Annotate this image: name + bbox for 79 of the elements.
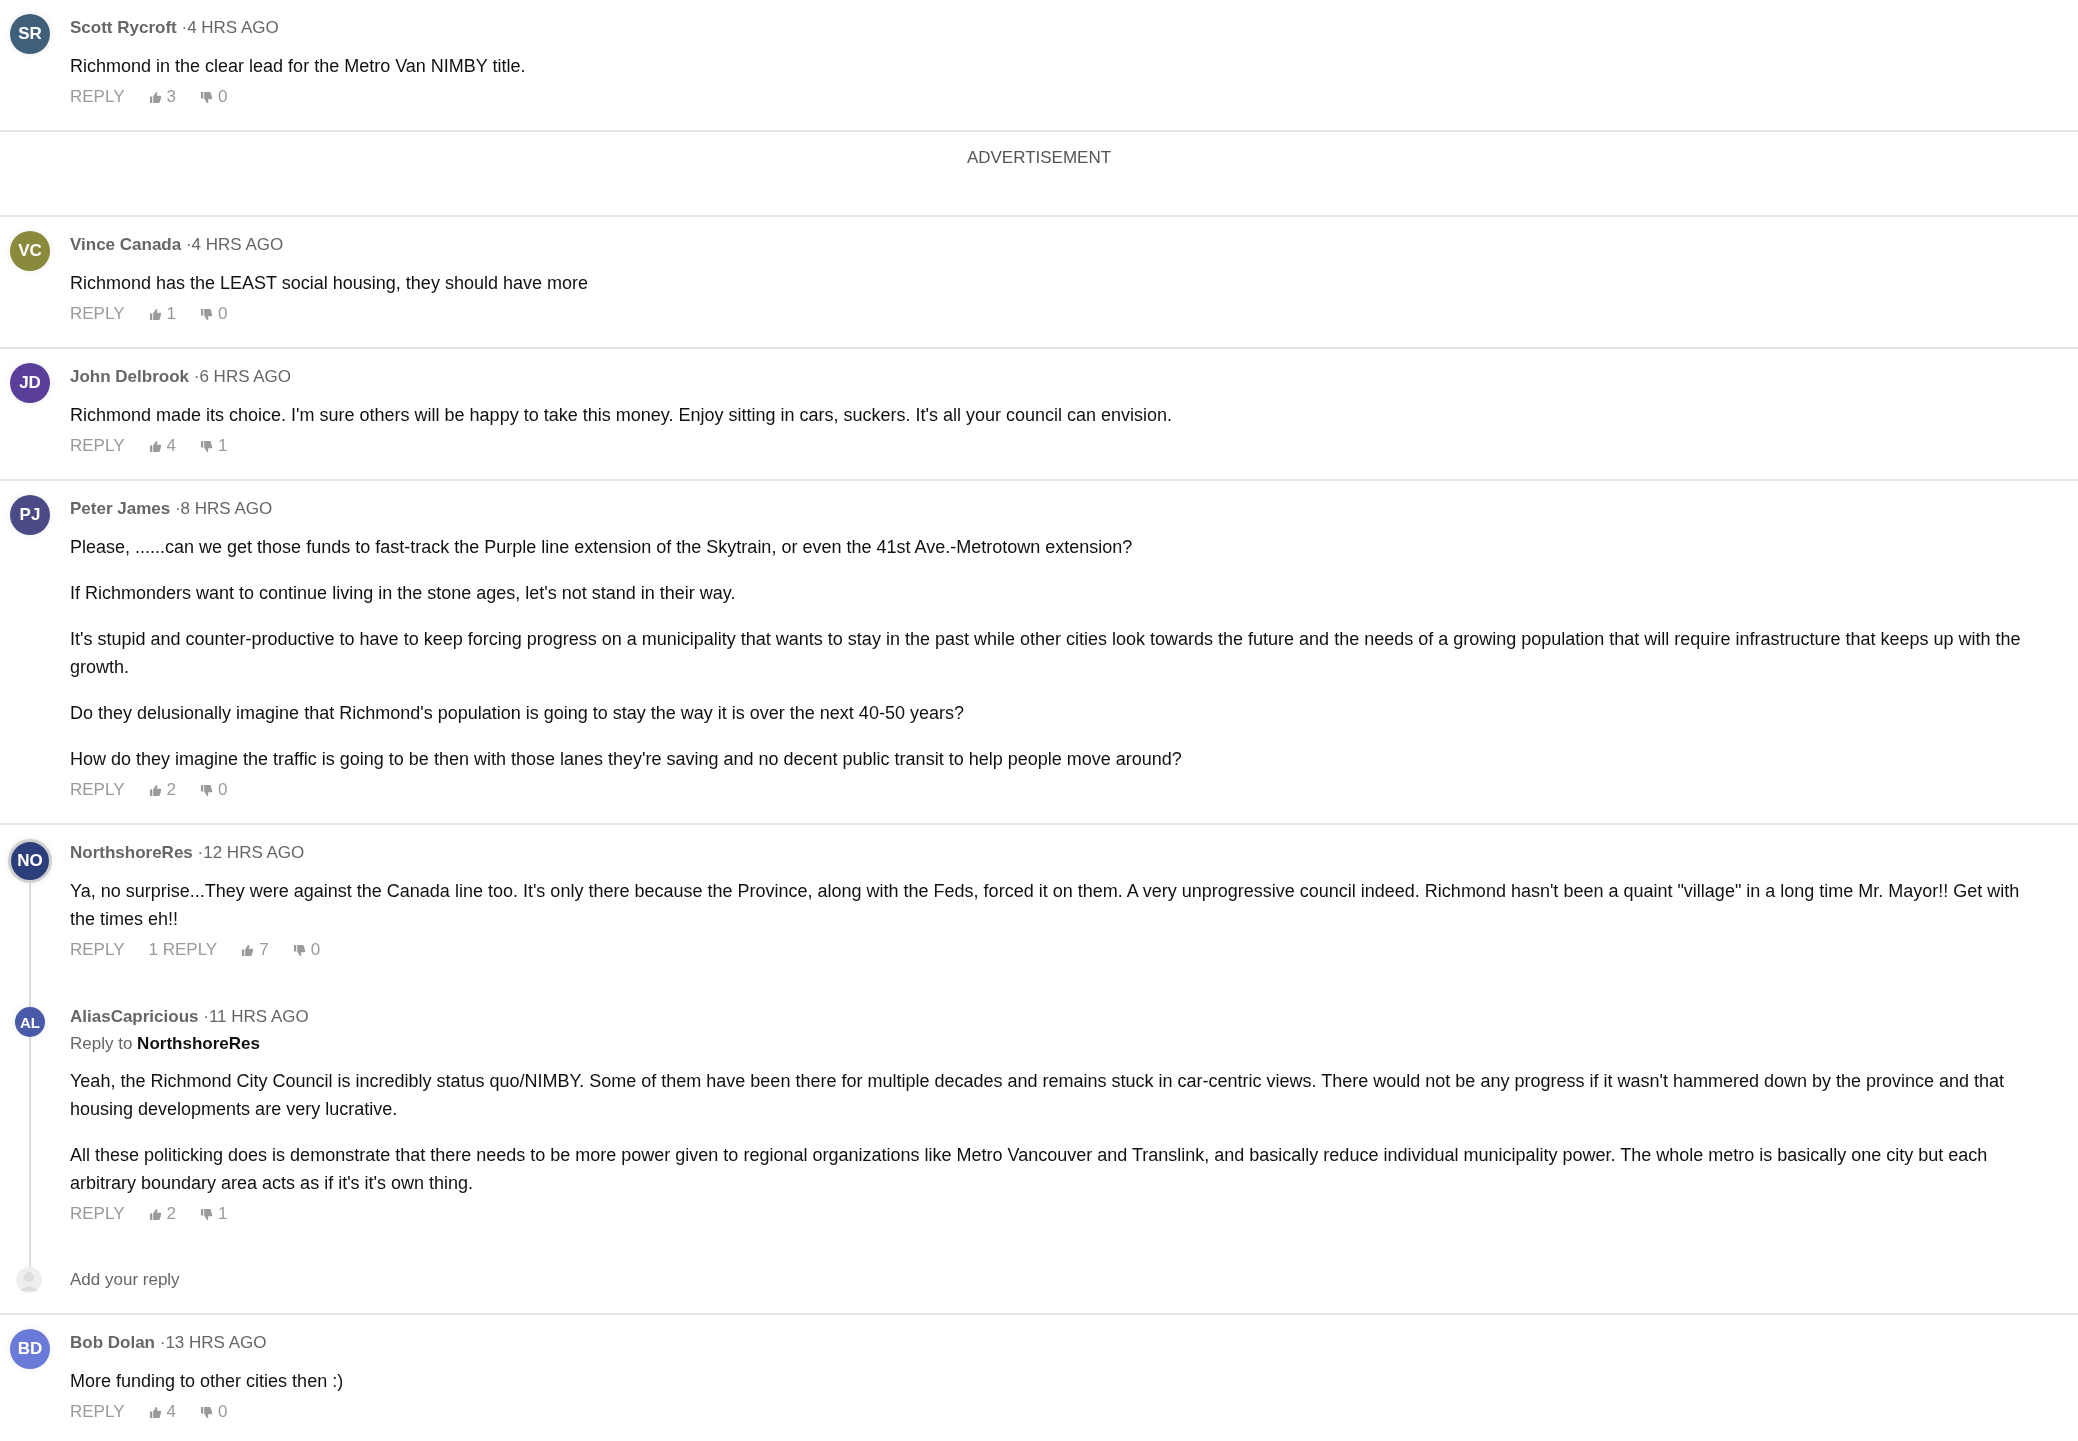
separator-dot: · <box>174 499 181 518</box>
thumbs-down-icon[interactable] <box>292 943 306 957</box>
replies-link[interactable]: 1 REPLY <box>148 937 218 963</box>
separator-dot: · <box>185 235 192 254</box>
thumbs-down-icon[interactable] <box>199 1405 213 1419</box>
reply-link[interactable]: REPLY <box>70 301 125 327</box>
dislike-count: 0 <box>310 939 321 961</box>
comment-text: Richmond in the clear lead for the Metro Van NIMBY title. <box>70 55 527 78</box>
like-count: 1 <box>166 303 176 325</box>
reply-link[interactable]: REPLY <box>70 1201 125 1227</box>
user-avatar: NO <box>8 839 52 883</box>
user-avatar: BD <box>10 1329 50 1369</box>
user-avatar: AL <box>15 1007 45 1037</box>
dislike-count: 0 <box>217 303 228 325</box>
comment-time: 4 HRS AGO <box>187 18 279 37</box>
comment-time: 12 HRS AGO <box>203 843 305 862</box>
dislike-count: 1 <box>217 1203 228 1225</box>
author-name[interactable]: Scott Rycroft <box>70 18 177 37</box>
thumbs-down-icon[interactable] <box>199 307 213 321</box>
comment-text: Richmond has the LEAST social housing, they should have more <box>70 272 589 295</box>
reply-link[interactable]: REPLY <box>70 777 125 803</box>
comment-text: All these politicking does is demonstrate that there needs to be more power given to regional organizations like Metro Vancouver and Translink, and basically reduce individual municipality power. The whole metro is basically one city but each arbitrary boundary area acts as if it's it's own thing. <box>70 1144 1989 1195</box>
comment-time: 13 HRS AGO <box>165 1333 267 1352</box>
author-name[interactable]: John Delbrook <box>70 367 189 386</box>
separator-dot: · <box>181 18 188 37</box>
author-name[interactable]: Peter James <box>70 499 171 518</box>
advertisement-label: ADVERTISEMENT <box>966 148 1112 169</box>
thumbs-up-icon[interactable] <box>148 90 162 104</box>
like-count: 2 <box>166 779 176 801</box>
user-avatar: SR <box>10 14 50 54</box>
author-name[interactable]: AliasCapricious <box>70 1007 199 1026</box>
comment-time: 8 HRS AGO <box>180 499 273 518</box>
user-avatar: PJ <box>10 495 50 535</box>
user-avatar: VC <box>10 231 50 271</box>
thumbs-down-icon[interactable] <box>199 1207 213 1221</box>
thumbs-down-icon[interactable] <box>199 783 213 797</box>
separator-dot: · <box>197 843 204 862</box>
comment-text: Do they delusionally imagine that Richmond's population is going to stay the way it is over the next 40-50 years? <box>70 702 965 725</box>
comment-text: How do they imagine the traffic is going to be then with those lanes they're saving and no decent public transit to help people move around? <box>70 748 1183 771</box>
comment-time: 11 HRS AGO <box>208 1007 309 1026</box>
thumbs-down-icon[interactable] <box>199 90 213 104</box>
comment-text: Please, ......can we get those funds to fast-track the Purple line extension of the Skytrain, or even the 41st Ave.-Metrotown extension? <box>70 536 1134 559</box>
reply-link[interactable]: REPLY <box>70 433 125 459</box>
reply-to-label: Reply to NorthshoreRes <box>70 1033 261 1055</box>
comment-text: Ya, no surprise...They were against the Canada line too. It's only there because the Province, along with the Feds, forced it on them. A very unprogressive council indeed. Richmond hasn't been a quaint "village" in a long time Mr. Mayor!! Get with the times eh!! <box>70 880 2021 931</box>
thumbs-up-icon[interactable] <box>148 1405 162 1419</box>
dislike-count: 0 <box>217 1401 228 1423</box>
comment-text: More funding to other cities then :) <box>70 1370 345 1393</box>
comment-text: Yeah, the Richmond City Council is incredibly status quo/NIMBY. Some of them have been there for multiple decades and remains stuck in car-centric views. There would not be any progress if it wasn't hammered down by the province and that housing developments are very lucrative. <box>70 1070 2006 1121</box>
like-count: 2 <box>166 1203 176 1225</box>
comment-text: Richmond made its choice. I'm sure others will be happy to take this money. Enjoy sitting in cars, suckers. It's all your council can envision. <box>70 404 1174 427</box>
thumbs-down-icon[interactable] <box>199 439 213 453</box>
author-name[interactable]: Bob Dolan <box>70 1333 155 1352</box>
comment-text: If Richmonders want to continue living in the stone ages, let's not stand in their way. <box>70 582 737 605</box>
thumbs-up-icon[interactable] <box>148 1207 162 1221</box>
dislike-count: 0 <box>217 86 228 108</box>
thumbs-up-icon[interactable] <box>148 439 162 453</box>
separator-dot: · <box>203 1007 209 1026</box>
separator-dot: · <box>159 1333 166 1352</box>
user-avatar: JD <box>10 363 50 403</box>
reply-link[interactable]: REPLY <box>70 937 125 963</box>
comment-text: It's stupid and counter-productive to have to keep forcing progress on a municipality that wants to stay in the past while other cities look towards the future and the needs of a growing population that will require infrastructure that keeps up with the growth. <box>70 628 2022 679</box>
like-count: 4 <box>166 1401 176 1423</box>
like-count: 3 <box>166 86 176 108</box>
thumbs-up-icon[interactable] <box>148 783 162 797</box>
separator-dot: · <box>193 367 200 386</box>
comment-time: 6 HRS AGO <box>199 367 292 386</box>
like-count: 7 <box>259 939 269 961</box>
thumbs-up-icon[interactable] <box>148 307 162 321</box>
author-name[interactable]: NorthshoreRes <box>70 843 193 862</box>
dislike-count: 1 <box>217 435 228 457</box>
author-name[interactable]: Vince Canada <box>70 235 182 254</box>
reply-link[interactable]: REPLY <box>70 84 125 110</box>
comment-time: 4 HRS AGO <box>191 235 284 254</box>
like-count: 4 <box>166 435 176 457</box>
dislike-count: 0 <box>217 779 228 801</box>
reply-link[interactable]: REPLY <box>70 1399 125 1425</box>
thumbs-up-icon[interactable] <box>241 943 255 957</box>
reply-field[interactable]: Add your reply <box>70 1270 670 1290</box>
